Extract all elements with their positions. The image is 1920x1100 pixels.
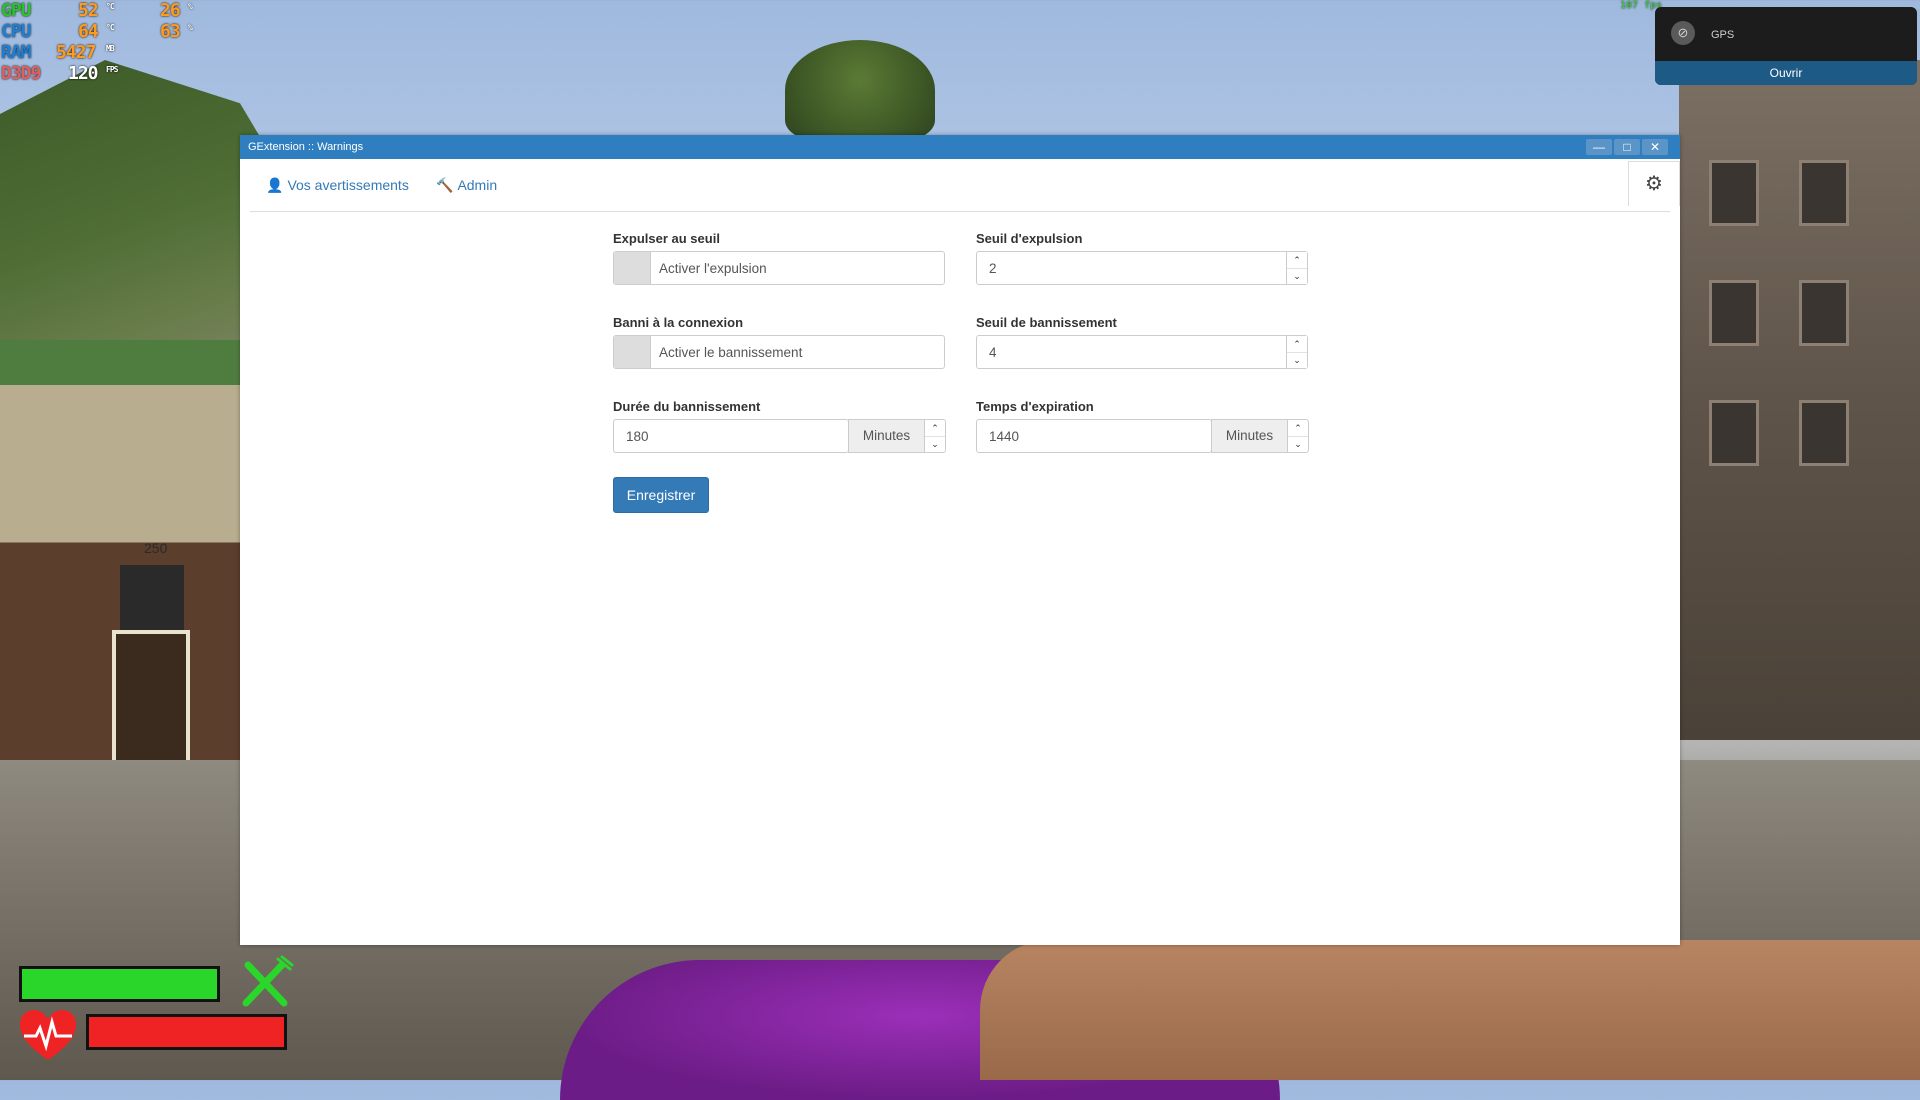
notification-title: GPS [1711, 29, 1735, 41]
ram-unit: MB [106, 44, 115, 53]
building-number: 250 [144, 540, 168, 556]
warnings-window: GExtension :: Warnings — □ ✕ 👤 Vos averti… [240, 135, 1680, 945]
ram-label: RAM [1, 42, 31, 63]
cpu-label: CPU [1, 21, 31, 42]
kick-threshold-label: Seuil d'expulsion [976, 231, 1083, 246]
building-window [1709, 160, 1759, 226]
ram-value: 5427 [56, 42, 96, 63]
health-bar [86, 1014, 287, 1050]
chevron-down-icon[interactable]: ⌄ [925, 436, 945, 452]
chevron-up-icon[interactable]: ⌃ [1288, 420, 1308, 437]
user-icon: 👤 [266, 177, 284, 193]
gpu-label: GPU [1, 0, 31, 21]
gpu-temp: 52 [78, 0, 99, 21]
background-tree [785, 40, 935, 140]
warnings-settings-form: Expulser au seuil Activer l'expulsion Se… [613, 231, 1313, 651]
kick-threshold-toggle-label: Expulser au seuil [613, 231, 720, 246]
building-window [1799, 160, 1849, 226]
maximize-button[interactable]: □ [1614, 139, 1640, 155]
save-button[interactable]: Enregistrer [613, 477, 709, 513]
expiration-time-label: Temps d'expiration [976, 399, 1094, 414]
toggle-checkbox[interactable] [614, 252, 651, 284]
fps-value: 120 [68, 63, 98, 84]
kick-threshold-input[interactable]: 2 ⌃ ⌄ [976, 251, 1308, 285]
expiration-time-stepper[interactable]: ⌃ ⌄ [1287, 419, 1309, 453]
tab-label: Vos avertissements [287, 177, 409, 193]
input-value: 4 [989, 345, 997, 360]
building-window [1709, 280, 1759, 346]
tab-your-warnings[interactable]: 👤 Vos avertissements [266, 177, 409, 194]
chevron-up-icon[interactable]: ⌃ [925, 420, 945, 437]
gps-notification: ⊘ GPS Ouvrir [1655, 7, 1917, 85]
fork-knife-icon [238, 955, 294, 1011]
performance-overlay: GPU 52 °C 26 % CPU 64 °C 63 % RAM 5427 M… [0, 0, 193, 90]
background-building-right [1679, 60, 1920, 740]
background-building-left: 250 [0, 340, 245, 790]
ban-duration-label: Durée du bannissement [613, 399, 761, 414]
input-value: 180 [626, 429, 649, 444]
kick-threshold-toggle[interactable]: Activer l'expulsion [613, 251, 945, 285]
window-title: GExtension :: Warnings [248, 141, 364, 153]
gears-icon: ⚙ [1645, 173, 1663, 195]
gpu-temp-unit: °C [106, 2, 115, 11]
close-button[interactable]: ✕ [1642, 139, 1668, 155]
open-button[interactable]: Ouvrir [1655, 61, 1917, 85]
chevron-down-icon[interactable]: ⌄ [1287, 268, 1307, 284]
number-stepper[interactable]: ⌃ ⌄ [1286, 336, 1307, 368]
expiration-time-input[interactable]: 1440 [976, 419, 1212, 453]
ban-on-connect-toggle[interactable]: Activer le bannissement [613, 335, 945, 369]
building-window [1799, 400, 1849, 466]
fps-unit: FPS [106, 65, 118, 74]
input-value: 1440 [989, 429, 1020, 444]
cpu-temp: 64 [78, 21, 99, 42]
chevron-down-icon[interactable]: ⌄ [1287, 352, 1307, 368]
tab-label: Admin [457, 177, 498, 193]
ban-on-connect-label: Banni à la connexion [613, 315, 744, 330]
ban-duration-input[interactable]: 180 [613, 419, 849, 453]
ban-duration-unit: Minutes [848, 419, 925, 453]
title-bar[interactable]: GExtension :: Warnings — □ ✕ [240, 135, 1680, 159]
hunger-bar [19, 966, 220, 1002]
gpu-load-unit: % [188, 2, 193, 11]
compass-icon: ⊘ [1671, 21, 1695, 45]
heart-icon [18, 1008, 78, 1064]
ban-duration-stepper[interactable]: ⌃ ⌄ [924, 419, 946, 453]
number-stepper[interactable]: ⌃ ⌄ [1286, 252, 1307, 284]
tab-admin[interactable]: 🔨 Admin [436, 177, 497, 194]
toggle-text: Activer le bannissement [659, 345, 803, 360]
cpu-load-unit: % [188, 23, 193, 32]
gavel-icon: 🔨 [436, 177, 454, 193]
ban-threshold-label: Seuil de bannissement [976, 315, 1117, 330]
chevron-down-icon[interactable]: ⌄ [1288, 436, 1308, 452]
api-label: D3D9 [1, 63, 41, 84]
building-window [1709, 400, 1759, 466]
player-arm [980, 940, 1920, 1080]
cpu-temp-unit: °C [106, 23, 115, 32]
building-sign [120, 565, 184, 633]
chevron-up-icon[interactable]: ⌃ [1287, 252, 1307, 269]
toggle-text: Activer l'expulsion [659, 261, 767, 276]
cpu-load: 63 [160, 21, 181, 42]
input-value: 2 [989, 261, 997, 276]
ban-threshold-input[interactable]: 4 ⌃ ⌄ [976, 335, 1308, 369]
chevron-up-icon[interactable]: ⌃ [1287, 336, 1307, 353]
building-window [1799, 280, 1849, 346]
toggle-checkbox[interactable] [614, 336, 651, 368]
building-door [112, 630, 190, 768]
minimize-button[interactable]: — [1586, 139, 1612, 155]
nav-tabs: 👤 Vos avertissements 🔨 Admin ⚙ [250, 159, 1680, 212]
gpu-load: 26 [160, 0, 181, 21]
settings-button[interactable]: ⚙ [1628, 161, 1680, 206]
expiration-time-unit: Minutes [1211, 419, 1288, 453]
